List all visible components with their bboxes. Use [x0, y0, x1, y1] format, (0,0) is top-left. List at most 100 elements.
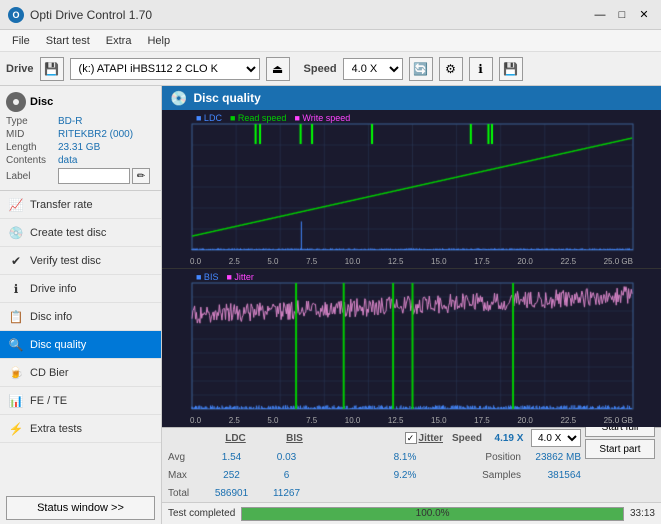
avg-label: Avg: [168, 452, 204, 463]
nav-cd-bier[interactable]: 🍺 CD Bier: [0, 359, 161, 387]
nav-create-test[interactable]: 💿 Create test disc: [0, 219, 161, 247]
info-button[interactable]: ℹ: [469, 57, 493, 81]
chart1-legend: ■ LDC ■ Read speed ■ Write speed: [196, 113, 350, 123]
contents-value[interactable]: data: [58, 155, 77, 166]
main-area: Disc Type BD-R MID RITEKBR2 (000) Length…: [0, 86, 661, 524]
progress-bar-container: 100.0%: [241, 507, 624, 521]
menu-help[interactable]: Help: [139, 33, 178, 49]
nav-fe-te[interactable]: 📊 FE / TE: [0, 387, 161, 415]
progress-bar-area: Test completed 100.0% 33:13: [162, 502, 661, 524]
transfer-rate-icon: 📈: [8, 197, 24, 213]
length-value: 23.31 GB: [58, 142, 100, 153]
nav-disc-info-label: Disc info: [30, 311, 72, 323]
legend-jitter: ■ Jitter: [226, 272, 253, 282]
close-button[interactable]: ✕: [635, 6, 653, 24]
speed-max-select[interactable]: 4.0 X: [531, 429, 581, 447]
cd-bier-icon: 🍺: [8, 365, 24, 381]
maximize-button[interactable]: □: [613, 6, 631, 24]
settings-button[interactable]: ⚙: [439, 57, 463, 81]
label-label: Label: [6, 171, 58, 182]
app-icon: O: [8, 7, 24, 23]
chart2-canvas: [162, 269, 661, 427]
disc-quality-icon: 🔍: [8, 337, 24, 353]
nav-extra-tests[interactable]: ⚡ Extra tests: [0, 415, 161, 443]
save-button[interactable]: 💾: [499, 57, 523, 81]
stats-panel: LDC BIS ✓ Jitter Speed 4.19 X 4.0 X Star…: [162, 427, 661, 502]
max-jitter-val: 9.2%: [365, 470, 445, 481]
max-label: Max: [168, 470, 204, 481]
contents-label: Contents: [6, 155, 58, 166]
disc-quality-header-icon: 💿: [170, 90, 187, 107]
label-input[interactable]: [58, 168, 130, 184]
disc-header: Disc: [6, 92, 155, 112]
speed-select[interactable]: 4.0 X: [343, 58, 403, 80]
status-window-button[interactable]: Status window >>: [6, 496, 155, 520]
position-label: Position: [445, 452, 521, 463]
nav-drive-info[interactable]: ℹ Drive info: [0, 275, 161, 303]
refresh-button[interactable]: 🔄: [409, 57, 433, 81]
nav-drive-info-label: Drive info: [30, 283, 76, 295]
chart2-x-axis: 0.0 2.5 5.0 7.5 10.0 12.5 15.0 17.5 20.0…: [190, 416, 633, 425]
speed-label: Speed: [304, 63, 337, 75]
mid-label: MID: [6, 129, 58, 140]
label-edit-button[interactable]: ✏: [132, 168, 150, 184]
disc-panel: Disc Type BD-R MID RITEKBR2 (000) Length…: [0, 86, 161, 191]
disc-contents-row: Contents data: [6, 155, 155, 166]
samples-val: 381564: [521, 470, 581, 481]
menu-start-test[interactable]: Start test: [38, 33, 98, 49]
eject-button[interactable]: ⏏: [266, 57, 290, 81]
menu-bar: File Start test Extra Help: [0, 30, 661, 52]
total-bis-val: 11267: [259, 488, 314, 499]
verify-test-icon: ✔: [8, 253, 24, 269]
type-value: BD-R: [58, 116, 82, 127]
max-ldc-val: 252: [204, 470, 259, 481]
jitter-header: Jitter: [419, 433, 443, 444]
nav-cd-bier-label: CD Bier: [30, 367, 69, 379]
disc-info-icon: 📋: [8, 309, 24, 325]
drive-icon-btn[interactable]: 💾: [40, 57, 64, 81]
jitter-checkbox[interactable]: ✓: [405, 432, 417, 444]
app-title: Opti Drive Control 1.70: [30, 8, 591, 22]
disc-quality-header: 💿 Disc quality: [162, 86, 661, 110]
col-ldc-header: LDC: [208, 433, 263, 444]
nav-disc-quality[interactable]: 🔍 Disc quality: [0, 331, 161, 359]
jitter-checkbox-group: ✓ Jitter: [405, 432, 443, 444]
avg-jitter-val: 8.1%: [365, 452, 445, 463]
progress-status: Test completed: [168, 508, 235, 519]
avg-speed-val: 4.19 X: [491, 433, 527, 444]
nav-verify-test-label: Verify test disc: [30, 255, 101, 267]
minimize-button[interactable]: —: [591, 6, 609, 24]
stats-header-row: LDC BIS ✓ Jitter Speed 4.19 X 4.0 X Star…: [162, 428, 661, 448]
nav-create-test-label: Create test disc: [30, 227, 106, 239]
avg-bis-val: 0.03: [259, 452, 314, 463]
progress-percent: 100.0%: [242, 508, 623, 520]
chart1-x-axis: 0.0 2.5 5.0 7.5 10.0 12.5 15.0 17.5 20.0…: [190, 257, 633, 266]
legend-ldc: ■ LDC: [196, 113, 222, 123]
type-label: Type: [6, 116, 58, 127]
disc-icon: [6, 92, 26, 112]
menu-file[interactable]: File: [4, 33, 38, 49]
nav-items: 📈 Transfer rate 💿 Create test disc ✔ Ver…: [0, 191, 161, 492]
nav-verify-test[interactable]: ✔ Verify test disc: [0, 247, 161, 275]
menu-extra[interactable]: Extra: [98, 33, 140, 49]
drive-select[interactable]: (k:) ATAPI iHBS112 2 CLO K: [70, 58, 260, 80]
create-test-icon: 💿: [8, 225, 24, 241]
start-part-button[interactable]: Start part: [585, 439, 655, 459]
legend-read-speed: ■ Read speed: [230, 113, 286, 123]
nav-fe-te-label: FE / TE: [30, 395, 67, 407]
title-bar: O Opti Drive Control 1.70 — □ ✕: [0, 0, 661, 30]
progress-time: 33:13: [630, 508, 655, 519]
length-label: Length: [6, 142, 58, 153]
disc-label-row: Label ✏: [6, 168, 155, 184]
nav-transfer-rate[interactable]: 📈 Transfer rate: [0, 191, 161, 219]
nav-transfer-rate-label: Transfer rate: [30, 199, 93, 211]
disc-mid-row: MID RITEKBR2 (000): [6, 129, 155, 140]
disc-title: Disc: [30, 96, 53, 108]
toolbar: Drive 💾 (k:) ATAPI iHBS112 2 CLO K ⏏ Spe…: [0, 52, 661, 86]
nav-disc-info[interactable]: 📋 Disc info: [0, 303, 161, 331]
content-area: 💿 Disc quality ■ LDC ■ Read speed ■ Writ…: [162, 86, 661, 524]
disc-quality-title: Disc quality: [193, 91, 260, 105]
fe-te-icon: 📊: [8, 393, 24, 409]
position-val: 23862 MB: [521, 452, 581, 463]
chart1-wrapper: ■ LDC ■ Read speed ■ Write speed 0 50 10…: [162, 110, 661, 269]
